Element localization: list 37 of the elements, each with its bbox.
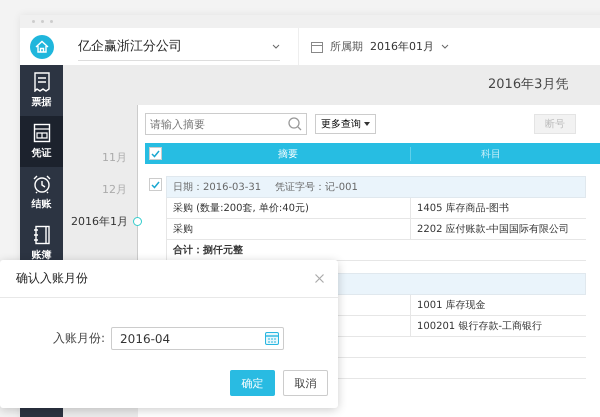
calendar-icon[interactable] — [265, 331, 280, 345]
period-selector[interactable]: 所属期 2016年01月 — [298, 28, 449, 65]
month-input-field[interactable]: 2016-04 — [111, 327, 284, 350]
more-query-button[interactable]: 更多查询 — [315, 114, 376, 134]
notebook-icon — [32, 225, 50, 245]
column-header: 摘要 — [166, 146, 411, 160]
column-header: 科目 — [480, 148, 502, 160]
page-title: 2016年3月凭 — [487, 76, 570, 94]
sidebar-item[interactable]: 凭证 — [20, 116, 63, 167]
chevron-down-icon — [272, 44, 280, 48]
home-logo-icon[interactable] — [30, 34, 54, 58]
summary-cell: 采购 (数量:200套, 单价:40元) — [167, 198, 411, 218]
account-cell-text: 1001 库存现金 — [416, 298, 487, 313]
sidebar-item[interactable]: 结账 — [20, 167, 63, 218]
caret-icon — [364, 122, 370, 126]
close-icon[interactable] — [315, 274, 324, 283]
select-all-checkbox[interactable] — [149, 147, 162, 160]
cancel-button[interactable]: 取消 — [283, 370, 328, 396]
voucher-date: 日期：2016-03-31 — [173, 180, 262, 194]
voucher-number: 凭证字号：记-001 — [275, 180, 358, 194]
receipt-icon — [32, 72, 50, 92]
dialog-title: 确认入账月份 — [16, 270, 88, 287]
summary-cell: 采购 — [167, 219, 411, 239]
field-label: 入账月份: — [53, 330, 106, 347]
account-cell-text: 1405 库存商品-图书 — [416, 202, 510, 216]
account-cell-text: 100201 银行存款-工商银行 — [416, 320, 543, 334]
search-icon — [288, 117, 302, 131]
search-field[interactable]: 请输入摘要 — [145, 113, 307, 135]
account-cell-text: 2202 应付账款-中国国际有限公司 — [416, 222, 570, 237]
company-selector[interactable]: 亿企赢浙江分公司 — [78, 32, 280, 61]
alarm-clock-icon — [32, 174, 52, 194]
form-icon — [32, 123, 50, 143]
chevron-down-icon — [441, 44, 449, 49]
voucher-checkbox[interactable] — [149, 178, 162, 191]
calendar-icon — [311, 40, 323, 52]
sidebar-item[interactable]: 账簿 — [20, 218, 63, 269]
sidebar-item[interactable]: 票据 — [20, 65, 63, 116]
